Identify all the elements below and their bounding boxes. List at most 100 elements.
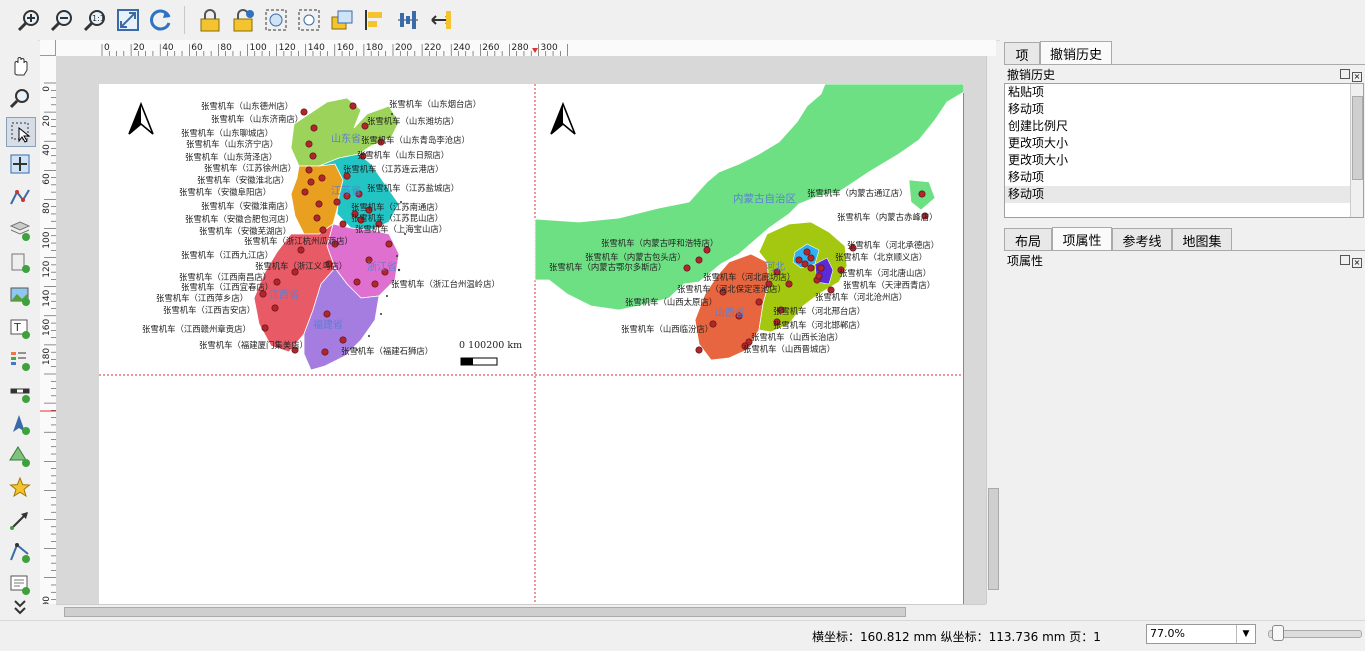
ruler-label: 60 — [191, 43, 203, 53]
raise-icon[interactable] — [327, 5, 357, 35]
cursor-coordinates: 横坐标：160.812 mm 纵坐标：113.736 mm 页：1 — [812, 630, 1101, 644]
resize-icon[interactable] — [426, 5, 456, 35]
tab-guides[interactable]: 参考线 — [1112, 228, 1172, 251]
history-item[interactable]: 移动项 — [1005, 169, 1363, 186]
horizontal-scrollbar[interactable] — [56, 604, 986, 618]
group-icon[interactable] — [261, 5, 291, 35]
float-icon[interactable] — [1340, 69, 1350, 79]
zoom-combo[interactable]: 77.0% ▼ — [1146, 624, 1256, 644]
map-east-china[interactable]: 山东省 江苏省 江西省 浙江省 福建省 张雪机车（山东德州店） 张雪机车（山东烟台… — [128, 97, 522, 371]
tab-items[interactable]: 项 — [1004, 42, 1040, 65]
add-shape-icon[interactable] — [6, 442, 34, 470]
history-item[interactable]: 更改项大小 — [1005, 135, 1363, 152]
store-label: 张雪机车（山东济南店） — [211, 114, 303, 124]
north-arrow-right[interactable] — [550, 101, 576, 135]
ruler-label: 220 — [424, 43, 441, 53]
float-icon[interactable] — [1340, 255, 1350, 265]
store-label: 张雪机车（内蒙古通辽店） — [807, 188, 908, 198]
ruler-label: 40 — [42, 144, 52, 156]
ruler-corner — [40, 40, 56, 56]
north-arrow-left[interactable] — [128, 101, 154, 135]
vertical-scrollbar[interactable] — [986, 56, 999, 604]
horizontal-ruler[interactable]: 0 20 40 60 80 100 120 140 160 180 200 220 240 260 280 3… — [56, 40, 996, 57]
store-label: 张雪机车（江苏昆山店） — [351, 213, 443, 223]
history-panel-buttons: × — [1340, 68, 1365, 82]
store-point — [339, 220, 347, 228]
province-label: 内蒙古自治区 — [733, 192, 796, 205]
svg-text:T: T — [13, 321, 21, 334]
store-point — [815, 272, 823, 280]
distribute-icon[interactable] — [393, 5, 423, 35]
store-label: 张雪机车（安徽阜阳店） — [179, 187, 271, 197]
toolbar-separator — [184, 6, 185, 34]
tab-item-properties[interactable]: 项属性 — [1052, 227, 1112, 251]
lock-icon[interactable] — [195, 5, 225, 35]
store-point — [321, 348, 329, 356]
store-point — [309, 152, 317, 160]
chevron-down-icon[interactable]: ▼ — [1236, 625, 1255, 643]
move-content-icon[interactable] — [6, 150, 34, 178]
layout-canvas[interactable]: 山东省 江苏省 江西省 浙江省 福建省 张雪机车（山东德州店） 张雪机车（山东烟台… — [56, 56, 986, 604]
tab-atlas[interactable]: 地图集 — [1172, 228, 1232, 251]
align-icon[interactable] — [360, 5, 390, 35]
tab-undo-history[interactable]: 撤销历史 — [1040, 41, 1112, 65]
zoom-in-icon[interactable] — [14, 5, 44, 35]
store-point — [795, 256, 803, 264]
vertical-ruler[interactable]: 0 20 40 60 80 100 120 140 160 180 190 — [40, 56, 57, 604]
store-label: 张雪机车（江西吉安店） — [163, 305, 255, 315]
undo-history-list[interactable]: 粘贴项 移动项 创建比例尺 更改项大小 更改项大小 移动项 移动项 — [1004, 83, 1364, 218]
store-point — [695, 256, 703, 264]
close-icon[interactable]: × — [1352, 72, 1362, 82]
history-item[interactable]: 更改项大小 — [1005, 152, 1363, 169]
store-point — [271, 304, 279, 312]
layout-page[interactable]: 山东省 江苏省 江西省 浙江省 福建省 张雪机车（山东德州店） 张雪机车（山东烟台… — [99, 84, 964, 604]
add-scalebar-icon[interactable] — [6, 378, 34, 406]
scale-bar[interactable]: 0 100200 km — [459, 340, 522, 366]
map-north-china[interactable]: 内蒙古自治区 山西省 河北 张雪机车（内蒙古通辽店）张雪机车（内蒙古赤峰店）张雪… — [534, 84, 964, 361]
refresh-icon[interactable] — [146, 5, 176, 35]
ruler-label: 100 — [250, 43, 267, 53]
store-label: 张雪机车（江西南昌店） — [179, 272, 271, 282]
ungroup-icon[interactable] — [294, 5, 324, 35]
history-scrollbar[interactable] — [1350, 84, 1363, 217]
zoom-out-icon[interactable] — [47, 5, 77, 35]
history-item[interactable]: 创建比例尺 — [1005, 118, 1363, 135]
store-label: 张雪机车（安徽淮南店） — [201, 201, 293, 211]
store-label: 张雪机车（浙江义乌店） — [255, 261, 347, 271]
ruler-label: 20 — [42, 115, 52, 127]
vertical-scroll-thumb[interactable] — [988, 488, 999, 590]
add-legend-icon[interactable] — [6, 346, 34, 374]
select-icon[interactable] — [6, 117, 36, 147]
store-label: 张雪机车（河北保定莲池店） — [677, 284, 786, 294]
add-marker-icon[interactable] — [6, 474, 34, 502]
zoom-full-icon[interactable] — [113, 5, 143, 35]
add-arrow-icon[interactable] — [6, 506, 34, 534]
zoom-tool-icon[interactable] — [6, 84, 34, 112]
add-picture-icon[interactable] — [6, 281, 34, 309]
unlock-icon[interactable] — [228, 5, 258, 35]
zoom-slider-handle[interactable] — [1272, 625, 1285, 641]
add-3d-map-icon[interactable] — [6, 248, 34, 276]
edit-nodes-icon[interactable] — [6, 183, 34, 211]
tab-layout[interactable]: 布局 — [1004, 228, 1052, 251]
store-label: 张雪机车（天津西青店） — [843, 280, 935, 290]
close-icon[interactable]: × — [1352, 258, 1362, 268]
add-html-icon[interactable] — [6, 570, 34, 598]
zoom-100-icon[interactable]: 1:1 — [80, 5, 110, 35]
add-north-arrow-icon[interactable] — [6, 410, 34, 438]
store-point — [683, 264, 691, 272]
store-label: 张雪机车（山西晋城店） — [743, 344, 835, 354]
add-label-icon[interactable]: T — [6, 314, 34, 342]
store-label: 张雪机车（江西赣州章贡店） — [142, 324, 251, 334]
pan-icon[interactable] — [6, 52, 34, 80]
store-label: 张雪机车（江西宜春店） — [181, 282, 273, 292]
add-map-icon[interactable] — [6, 216, 34, 244]
store-label: 张雪机车（安徽淮北店） — [197, 175, 289, 185]
more-tools-icon[interactable] — [6, 598, 34, 616]
history-item[interactable]: 移动项 — [1005, 186, 1363, 203]
history-scroll-thumb[interactable] — [1352, 96, 1363, 180]
history-item[interactable]: 粘贴项 — [1005, 84, 1363, 101]
add-node-item-icon[interactable] — [6, 538, 34, 566]
history-item[interactable]: 移动项 — [1005, 101, 1363, 118]
horizontal-scroll-thumb[interactable] — [64, 607, 906, 617]
